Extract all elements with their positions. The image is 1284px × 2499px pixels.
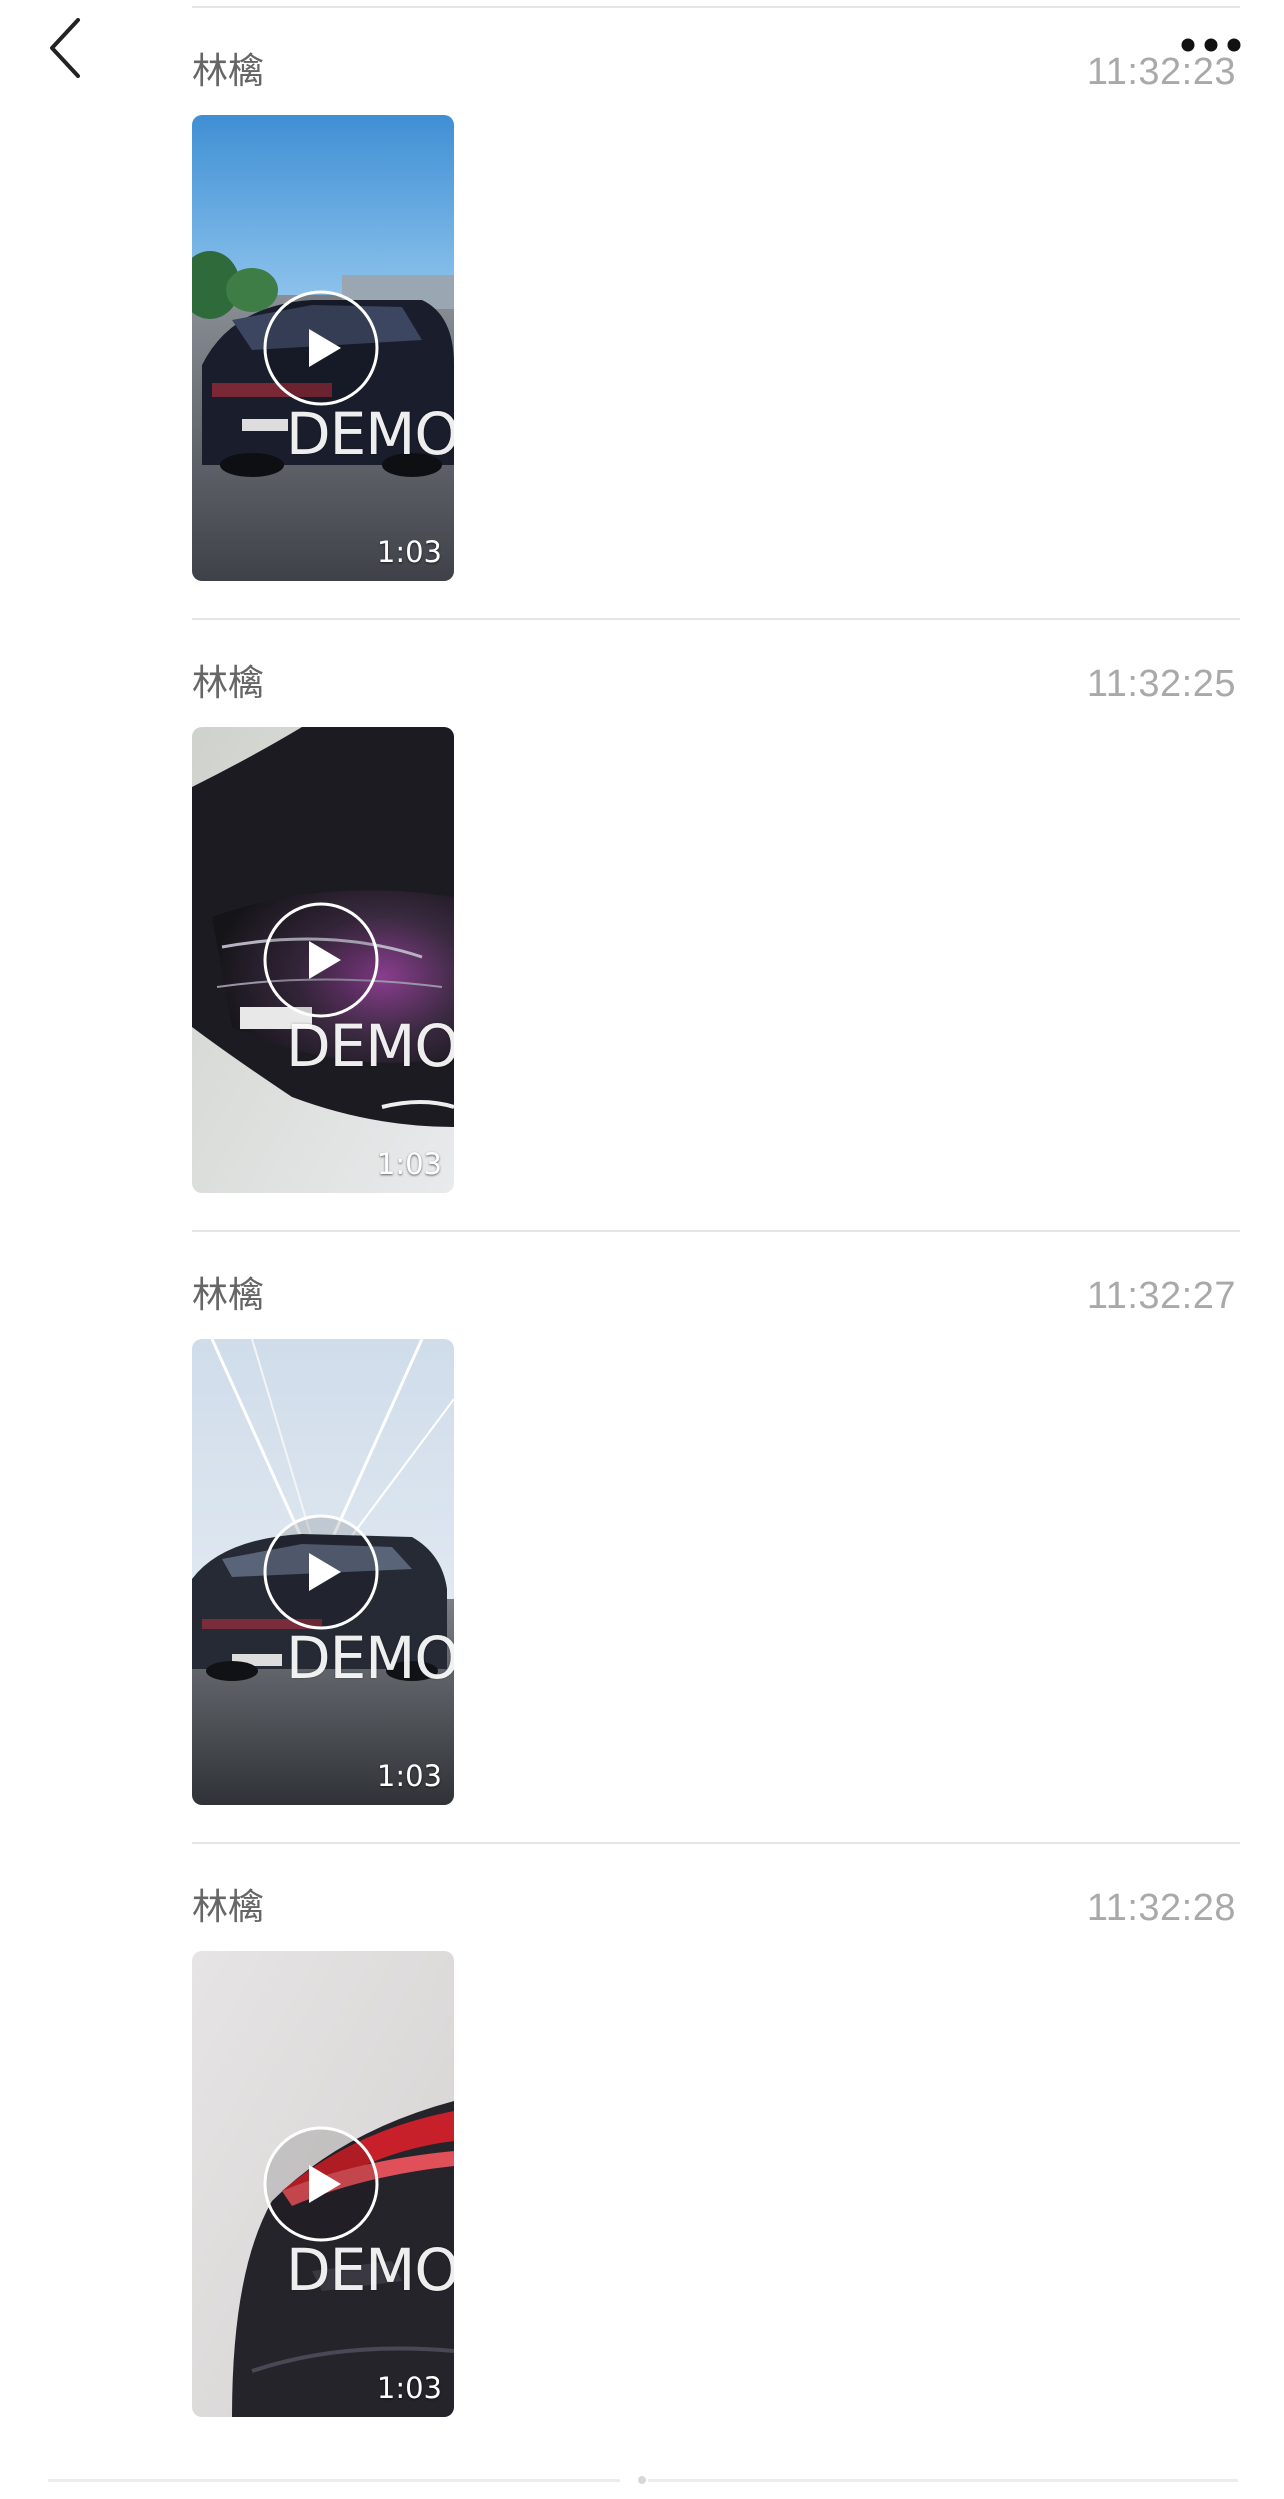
video-duration: 1:03 [376, 1147, 442, 1181]
play-icon [263, 902, 379, 1018]
message-time: 11:32:27 [1086, 1275, 1236, 1317]
sender-name: 林檎 [192, 1887, 265, 1928]
chevron-left-icon [50, 18, 80, 78]
message-time: 11:32:28 [1086, 1887, 1236, 1929]
video-thumbnail[interactable]: DEMO 1:03 [192, 115, 454, 581]
message-item: 林檎 11:32:23 DEMO 1:03 [192, 8, 1240, 620]
sender-name: 林檎 [192, 1275, 265, 1316]
demo-watermark: DEMO [286, 2236, 454, 2304]
play-icon [263, 290, 379, 406]
home-indicator-right [648, 2479, 1238, 2482]
video-duration: 1:03 [376, 2371, 442, 2405]
video-duration: 1:03 [376, 535, 442, 569]
message-item: 林檎 11:32:28 DEMO 1:03 [192, 1844, 1240, 2456]
sender-name: 林檎 [192, 663, 265, 704]
demo-watermark: DEMO [286, 400, 454, 468]
message-time: 11:32:25 [1086, 663, 1236, 705]
play-icon [263, 1514, 379, 1630]
message-time: 11:32:23 [1086, 51, 1236, 93]
demo-watermark: DEMO [286, 1624, 454, 1692]
video-thumbnail[interactable]: DEMO 1:03 [192, 727, 454, 1193]
message-item: 林檎 11:32:25 DEMO 1:03 [192, 620, 1240, 1232]
demo-watermark: DEMO [286, 1012, 454, 1080]
message-item: 林檎 11:32:27 DEMO 1:03 [192, 1232, 1240, 1844]
home-indicator [48, 2476, 1238, 2484]
video-thumbnail[interactable]: DEMO 1:03 [192, 1339, 454, 1805]
video-duration: 1:03 [376, 1759, 442, 1793]
sender-name: 林檎 [192, 51, 265, 92]
video-thumbnail[interactable]: DEMO 1:03 [192, 1951, 454, 2417]
back-button[interactable] [38, 10, 94, 80]
play-icon [263, 2126, 379, 2242]
home-indicator-dot [638, 2476, 646, 2484]
home-indicator-left [48, 2479, 620, 2482]
